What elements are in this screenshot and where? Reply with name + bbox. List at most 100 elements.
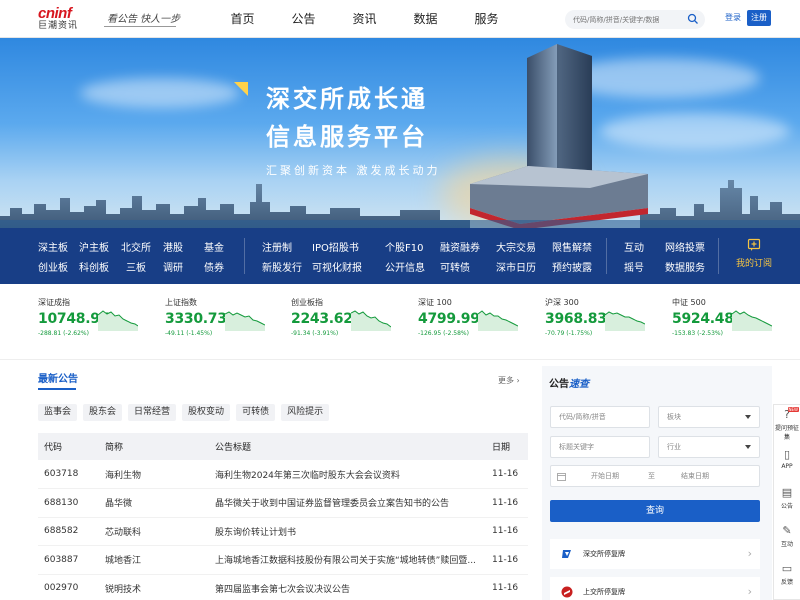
index-change: -288.81 (-2.62%) [38,330,89,337]
quick-link[interactable]: 新股发行 [262,259,302,274]
keyword-input[interactable]: 标题关键字 [550,436,650,458]
side-announcement[interactable]: ▤ 公告 [774,483,800,521]
quick-link[interactable]: 债券 [204,259,224,274]
quick-link[interactable]: 摇号 [624,259,644,274]
tab-convertible-bonds[interactable]: 可转债 [236,404,276,421]
quick-link[interactable]: 个股F10 [385,239,423,254]
divider [244,238,245,274]
sse-suspension-link[interactable]: 上交所停复牌 › [550,577,760,600]
index-card[interactable]: 中证 500 5924.48 -153.83 (-2.53%) [672,297,792,347]
tab-supervisory-board[interactable]: 监事会 [38,404,78,421]
index-card[interactable]: 沪深 300 3968.83 -70.79 (-1.75%) [545,297,665,347]
tab-equity-change[interactable]: 股权变动 [182,404,231,421]
stock-name[interactable]: 城地香江 [99,545,209,575]
start-date[interactable]: 开始日期 [591,466,619,486]
announcement-title[interactable]: 第四届监事会第七次会议决议公告 [209,574,486,600]
quick-link[interactable]: 公开信息 [385,259,425,274]
side-question-collect[interactable]: NEW ? 提问预征集 [774,405,800,443]
document-search-icon: ▤ [781,486,793,499]
sse-logo-icon [561,586,573,598]
search-input[interactable] [565,10,683,29]
side-label: 互动 [780,541,793,548]
table-row[interactable]: 002970 锐明技术 第四届监事会第七次会议决议公告 11-16 [38,574,528,600]
quick-link[interactable]: 可视化财报 [312,259,362,274]
sector-select[interactable]: 板块 [658,406,760,428]
announcement-title[interactable]: 晶华微关于收到中国证券监督管理委员会立案告知书的公告 [209,488,486,518]
quick-link[interactable]: 创业板 [38,259,68,274]
quick-link[interactable]: 北交所 [121,239,151,254]
announcement-title[interactable]: 股东询价转让计划书 [209,517,486,546]
stock-code[interactable]: 688130 [38,488,99,518]
quick-links-bar: 深主板 创业板 沪主板 科创板 北交所 三板 港股 调研 基金 债券 注册制 新… [0,228,800,284]
stock-code[interactable]: 603718 [38,460,99,489]
stock-name[interactable]: 海利生物 [99,460,209,489]
index-name: 深证 100 [418,298,452,307]
end-date[interactable]: 结束日期 [681,466,709,486]
hero-banner[interactable]: 深交所成长通 信息服务平台 汇聚创新资本 激发成长动力 [0,38,800,228]
quick-link[interactable]: 大宗交易 [496,239,536,254]
quick-link[interactable]: IPO招股书 [312,239,359,254]
table-row[interactable]: 688582 芯动联科 股东询价转让计划书 11-16 [38,517,528,546]
code-input[interactable]: 代码/简称/拼音 [550,406,650,428]
login-link[interactable]: 登录 [725,12,741,23]
quick-link[interactable]: 基金 [204,239,224,254]
side-interact[interactable]: ✎ 互动 [774,521,800,559]
chevron-right-icon: › [516,376,520,385]
index-card[interactable]: 创业板指 2243.62 -91.34 (-3.91%) [291,297,411,347]
stock-name[interactable]: 晶华微 [99,488,209,518]
quick-link[interactable]: 融资融券 [440,239,480,254]
quick-link[interactable]: 网络投票 [665,239,705,254]
stock-code[interactable]: 688582 [38,517,99,546]
side-label: 反馈 [780,579,793,586]
site-logo[interactable]: cninf 巨潮资讯 [38,6,78,32]
query-button[interactable]: 查询 [550,500,760,522]
quick-link[interactable]: 港股 [163,239,183,254]
more-link[interactable]: 更多 › [498,375,520,386]
announcement-title[interactable]: 上海城地香江数据科技股份有限公司关于实施“城地转债”赎回暨... [209,545,486,575]
quick-link[interactable]: 互动 [624,239,644,254]
quick-link[interactable]: 沪主板 [79,239,109,254]
search-box [565,10,705,29]
nav-announcements[interactable]: 公告 [273,0,334,38]
top-header: cninf 巨潮资讯 看公告 快人一步 首页 公告 资讯 数据 服务 登录 注册 [0,0,800,38]
szse-suspension-link[interactable]: 深交所停复牌 › [550,539,760,569]
stock-name[interactable]: 锐明技术 [99,574,209,600]
quick-link[interactable]: 科创板 [79,259,109,274]
quick-link[interactable]: 调研 [163,259,183,274]
tab-daily-operations[interactable]: 日常经营 [128,404,177,421]
tab-risk-warning[interactable]: 风险提示 [281,404,330,421]
tab-shareholders-meeting[interactable]: 股东会 [83,404,123,421]
index-card[interactable]: 上证指数 3330.73 -49.11 (-1.45%) [165,297,285,347]
announcement-title[interactable]: 海利生物2024年第三次临时股东大会会议资料 [209,460,486,489]
nav-home[interactable]: 首页 [212,0,273,38]
quick-link[interactable]: 注册制 [262,239,292,254]
quick-link[interactable]: 预约披露 [552,259,592,274]
industry-select[interactable]: 行业 [658,436,760,458]
table-row[interactable]: 688130 晶华微 晶华微关于收到中国证券监督管理委员会立案告知书的公告 11… [38,488,528,518]
quick-link[interactable]: 深主板 [38,239,68,254]
register-button[interactable]: 注册 [747,10,771,26]
index-card[interactable]: 深证成指 10748.97 -288.81 (-2.62%) [38,297,158,347]
search-icon[interactable] [687,13,699,25]
my-subscriptions[interactable]: 我的订阅 [728,236,780,269]
table-row[interactable]: 603887 城地香江 上海城地香江数据科技股份有限公司关于实施“城地转债”赎回… [38,545,528,575]
date-range-picker[interactable]: 开始日期 至 结束日期 [550,465,760,487]
nav-data[interactable]: 数据 [395,0,456,38]
quick-link[interactable]: 可转债 [440,259,470,274]
index-card[interactable]: 深证 100 4799.99 -126.95 (-2.58%) [418,297,538,347]
side-feedback[interactable]: ▭ 反馈 [774,559,800,597]
index-name: 上证指数 [165,298,197,307]
index-name: 中证 500 [672,298,706,307]
quick-link[interactable]: 深市日历 [496,259,536,274]
quick-link[interactable]: 三板 [126,259,146,274]
quick-link[interactable]: 限售解禁 [552,239,592,254]
table-row[interactable]: 603718 海利生物 海利生物2024年第三次临时股东大会会议资料 11-16 [38,460,528,489]
stock-code[interactable]: 603887 [38,545,99,575]
side-app[interactable]: ▯ APP [774,445,800,483]
stock-name[interactable]: 芯动联科 [99,517,209,546]
quick-link[interactable]: 数据服务 [665,259,705,274]
more-label: 更多 [498,376,514,385]
stock-code[interactable]: 002970 [38,574,99,600]
nav-news[interactable]: 资讯 [334,0,395,38]
nav-services[interactable]: 服务 [456,0,517,38]
